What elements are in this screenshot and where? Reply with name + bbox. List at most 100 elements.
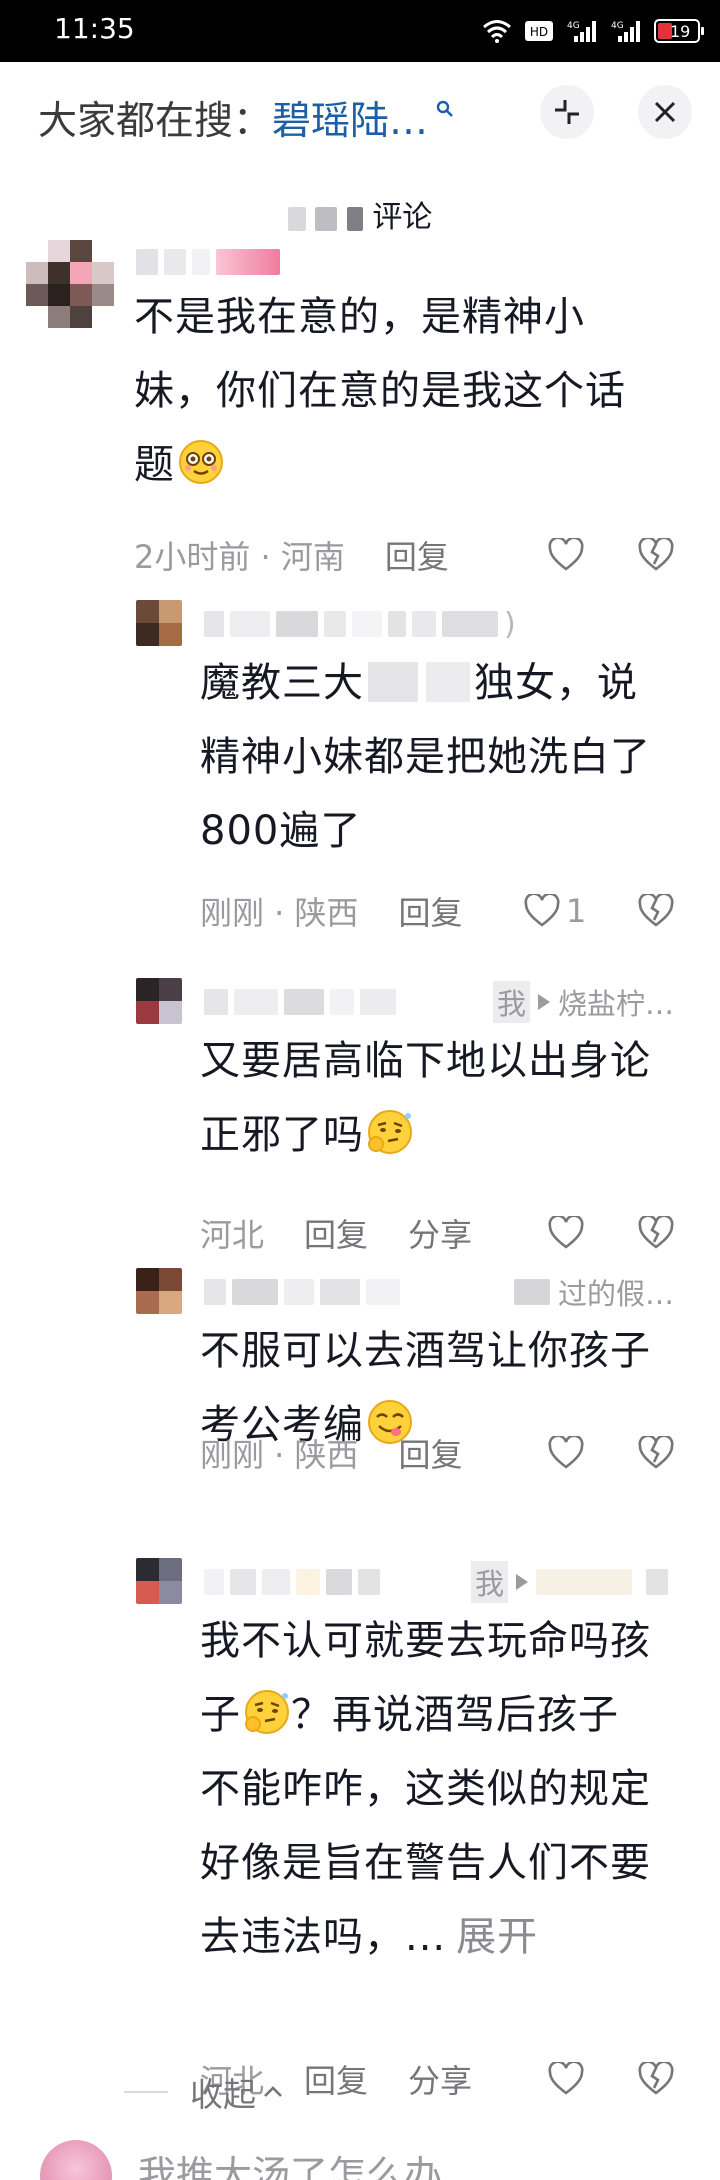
reply-button[interactable]: 回复 [399, 1430, 463, 1476]
signal-4g-icon: 4G [567, 21, 596, 42]
avatar[interactable] [136, 600, 182, 646]
comment-text: 不是我在意的，是精神小 妹，你们在意的是我这个话 题 [134, 280, 674, 502]
blurred-count [315, 206, 338, 231]
thinking-face-emoji-icon [368, 1110, 412, 1154]
comment-line: 子？再说酒驾后孩子 [200, 1678, 700, 1752]
status-time: 11:35 [54, 12, 135, 45]
avatar[interactable] [136, 1268, 182, 1314]
like-button[interactable] [548, 2054, 584, 2104]
comment-line: 800遍了 [200, 808, 362, 854]
reply-to-me: 我 [492, 981, 530, 1023]
status-icons: HD 4G 4G 19 [482, 14, 704, 48]
comment-line: 正邪了吗 [200, 1098, 690, 1172]
dislike-button[interactable] [638, 2054, 674, 2104]
battery-level: 19 [670, 21, 691, 41]
reply-arrow-icon [537, 994, 550, 1010]
reply-to: 我 [470, 1561, 674, 1603]
thinking-face-emoji-icon [245, 1690, 289, 1734]
comment-line: 题 [134, 428, 674, 502]
dislike-button[interactable] [638, 1428, 674, 1478]
search-term[interactable]: 碧瑶陆… [272, 90, 428, 146]
comment-meta: 2小时前 · 河南 回复 [134, 530, 449, 580]
heart-icon [548, 1216, 584, 1249]
hd-icon: HD [525, 21, 553, 41]
comment-meta: 刚刚 · 陕西 回复 [200, 886, 463, 936]
comment-text: 又要居高临下地以出身论 正邪了吗 [200, 1024, 690, 1172]
comment-meta: 河北 回复 分享 [200, 1208, 472, 1258]
reply-button[interactable]: 回复 [304, 1210, 368, 1256]
comment-sheet: 大家都在搜： 碧瑶陆… 评论 不是我在意的，是精神小 妹，你们在意的是我这个话 … [0, 62, 720, 2180]
reply-to: 过的假… [513, 1271, 674, 1313]
time-location: 2小时前 · 河南 [134, 538, 345, 576]
blurred-count [346, 206, 363, 231]
dizzy-face-emoji-icon [179, 440, 223, 484]
battery-icon: 19 [654, 19, 704, 43]
reply-item: 我 烧盐柠… 又要居高临下地以出身论 正邪了吗 河北 回复 分享 [0, 978, 720, 1268]
reply-target[interactable]: 烧盐柠… [558, 981, 674, 1023]
chevron-up-icon [264, 2086, 282, 2097]
comment-line: 好像是旨在警告人们不要 [200, 1840, 651, 1886]
comment-meta: 刚刚 · 陕西 回复 [200, 1428, 463, 1478]
username[interactable]: 我 烧盐柠… [204, 981, 674, 1023]
username[interactable]: ) [204, 606, 516, 642]
comment-line: 不能咋咋，这类似的规定 [200, 1766, 651, 1812]
username[interactable]: 过的假… [204, 1271, 674, 1313]
comment-text: 魔教三大 独女，说 精神小妹都是把她洗白了 800遍了 [200, 646, 690, 868]
signal-4g-icon-2: 4G [611, 21, 640, 42]
next-comment-item: 我推大汤了怎么办 [40, 2140, 442, 2180]
reply-target[interactable]: 过的假… [558, 1271, 674, 1313]
share-button[interactable]: 分享 [408, 2056, 472, 2102]
svg-text:4G: 4G [567, 21, 580, 31]
comment-line: 精神小妹都是把她洗白了 [200, 734, 651, 780]
avatar[interactable] [136, 1558, 182, 1604]
expand-button[interactable]: 展开 [456, 1914, 538, 1960]
heart-icon [548, 538, 584, 571]
dislike-button[interactable] [638, 530, 674, 580]
username[interactable] [136, 244, 286, 280]
like-button[interactable] [548, 530, 584, 580]
reply-item: 我 我不认可就要去玩命吗孩 子？再说酒驾后孩子 不能咋咋，这类似的规定 好像是旨… [0, 1558, 720, 2100]
like-count: 1 [566, 892, 587, 930]
blurred-count [287, 206, 306, 231]
heart-icon [548, 1436, 584, 1469]
like-button[interactable]: 1 [524, 886, 586, 936]
comment-line: 又要居高临下地以出身论 [200, 1038, 651, 1084]
comment-line: 我不认可就要去玩命吗孩 [200, 1618, 651, 1664]
comment-line: 不是我在意的，是精神小 [134, 294, 585, 340]
reply-button[interactable]: 回复 [304, 2056, 368, 2102]
next-comment-text: 我推大汤了怎么办 [138, 2153, 443, 2180]
search-suggestion[interactable]: 大家都在搜： 碧瑶陆… [38, 90, 454, 146]
broken-heart-icon [638, 894, 674, 927]
avatar[interactable] [40, 2140, 112, 2180]
heart-icon [548, 2062, 584, 2095]
broken-heart-icon [638, 1436, 674, 1469]
time-location: 刚刚 · 陕西 [200, 1436, 359, 1474]
collapse-fullscreen-button[interactable] [540, 85, 594, 139]
comment-line: 去违法吗，... 展开 [200, 1914, 539, 1960]
like-button[interactable] [548, 1428, 584, 1478]
comment-item: 不是我在意的，是精神小 妹，你们在意的是我这个话 题 2小时前 · 河南 回复 [0, 240, 720, 600]
comment-line: 魔教三大 独女，说 [200, 660, 638, 706]
broken-heart-icon [638, 1216, 674, 1249]
avatar[interactable] [136, 978, 182, 1024]
username[interactable]: 我 [204, 1561, 674, 1603]
reply-button[interactable]: 回复 [385, 532, 449, 578]
svg-text:4G: 4G [611, 21, 624, 31]
username-suffix: ) [504, 606, 516, 642]
broken-heart-icon [638, 2062, 674, 2095]
collapse-replies-button[interactable]: 收起 [124, 2068, 284, 2116]
dislike-button[interactable] [638, 886, 674, 936]
svg-text:HD: HD [530, 25, 548, 39]
reply-to-me: 我 [470, 1561, 508, 1603]
broken-heart-icon [638, 538, 674, 571]
share-button[interactable]: 分享 [408, 1210, 472, 1256]
like-button[interactable] [548, 1208, 584, 1258]
heart-icon [524, 894, 560, 927]
collapse-label: 收起 [190, 2075, 256, 2114]
status-bar: 11:35 HD 4G 4G 19 [0, 0, 720, 62]
avatar[interactable] [26, 240, 114, 328]
reply-button[interactable]: 回复 [399, 888, 463, 934]
dislike-button[interactable] [638, 1208, 674, 1258]
location: 河北 [200, 1216, 265, 1254]
close-button[interactable] [638, 85, 692, 139]
